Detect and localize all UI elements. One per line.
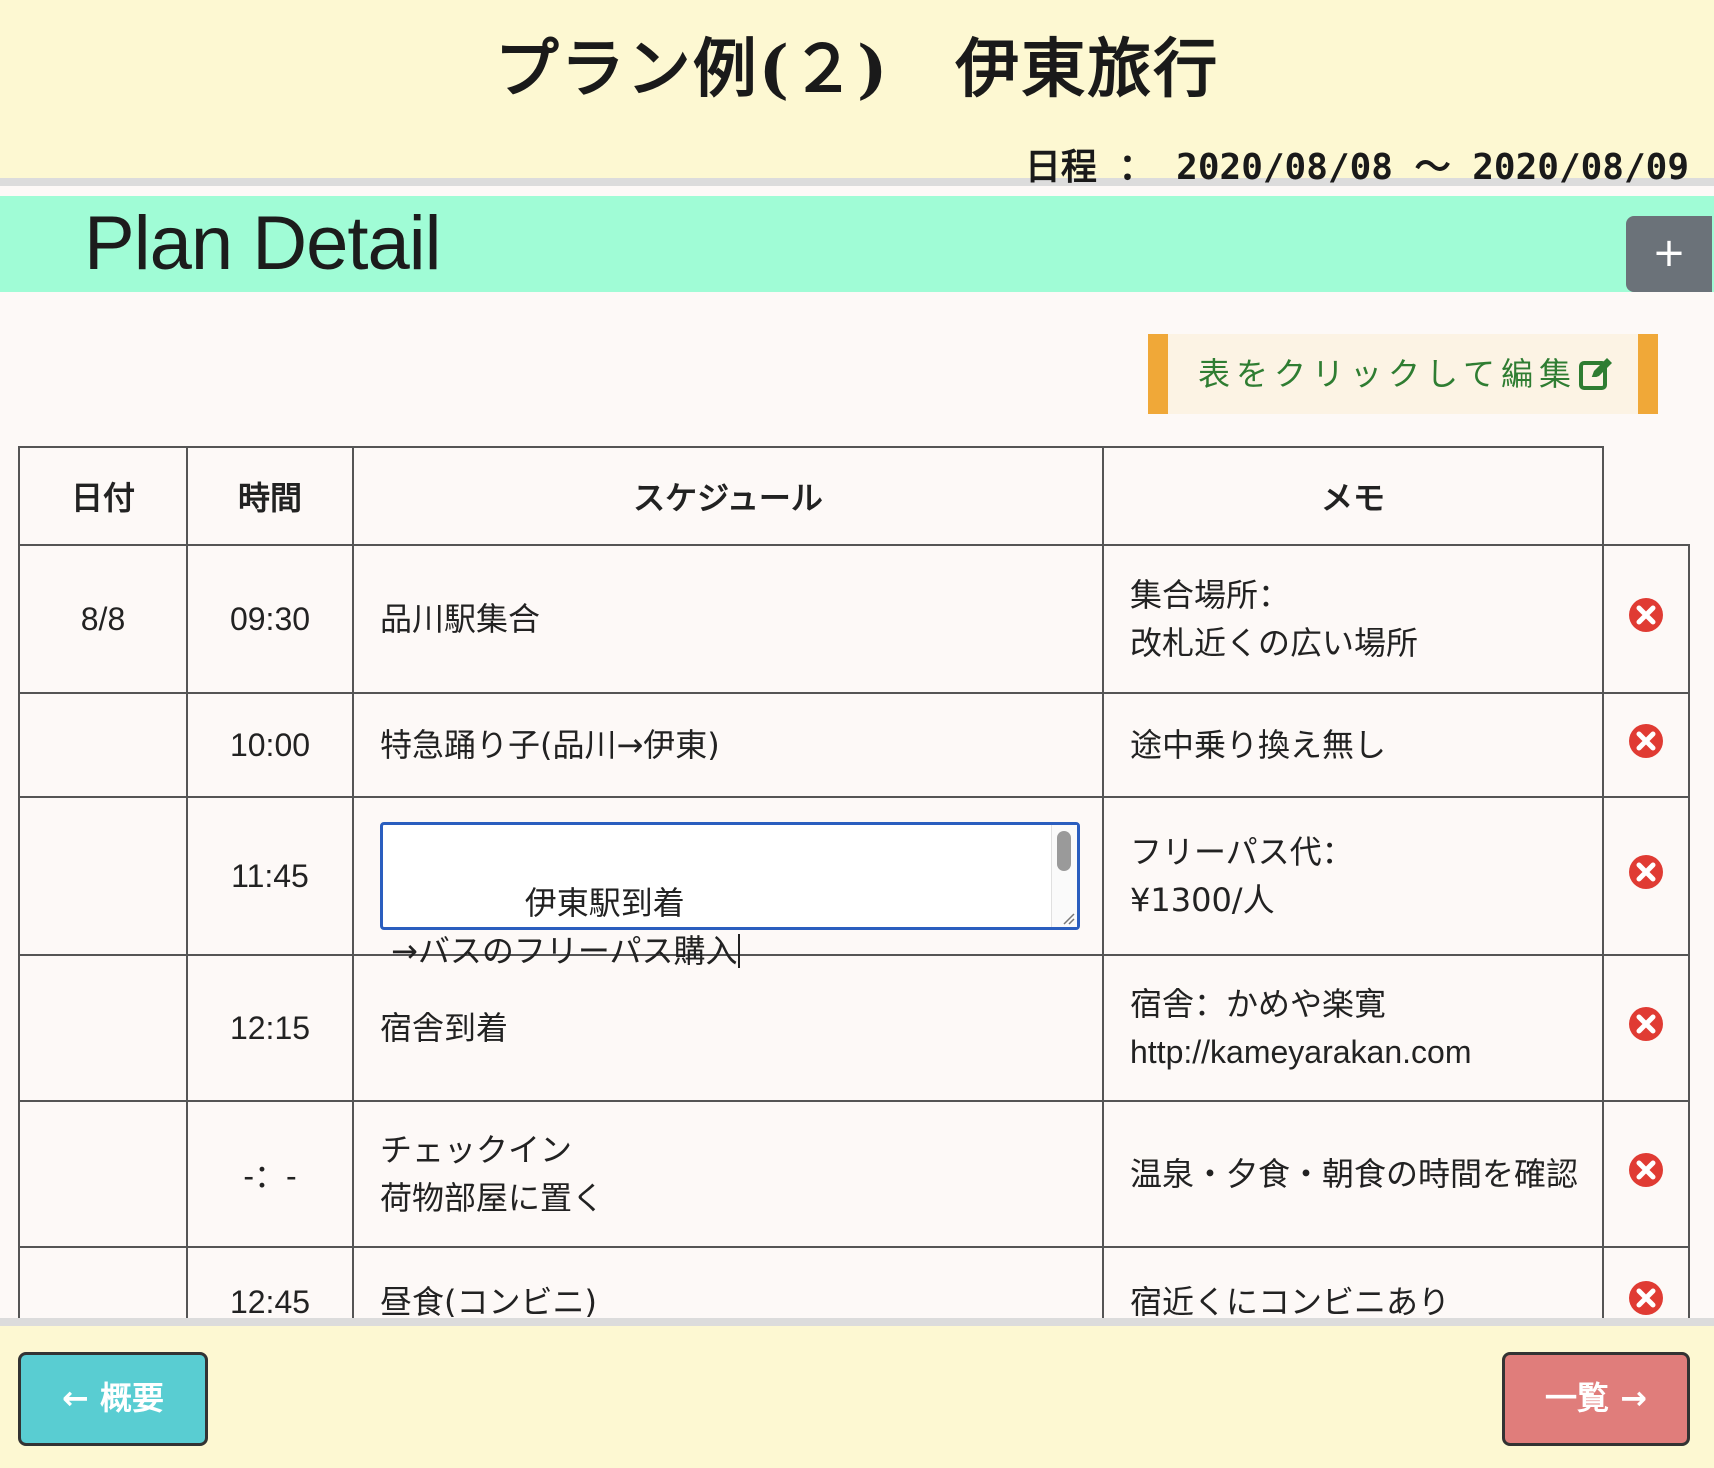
- cell-date[interactable]: 8/8: [18, 544, 188, 694]
- schedule-textarea[interactable]: 伊東駅到着 →バスのフリーパス購入: [380, 822, 1080, 970]
- close-circle-icon[interactable]: [1628, 1280, 1664, 1316]
- schedule-range: 日程 ： 2020/08/08 〜 2020/08/09: [1024, 147, 1689, 188]
- section-bar: Plan Detail: [0, 196, 1714, 292]
- memo-link[interactable]: http://kameyarakan.com: [1130, 1028, 1602, 1076]
- memo-line: 途中乗り換え無し: [1130, 726, 1387, 764]
- cell-time[interactable]: 10:00: [186, 692, 354, 798]
- column-header-blank: [1603, 447, 1689, 546]
- list-next-button[interactable]: 一覧 →: [1502, 1352, 1690, 1446]
- schedule-textarea-value: 伊東駅到着 →バスのフリーパス購入: [391, 884, 738, 970]
- cell-schedule[interactable]: 伊東駅到着 →バスのフリーパス購入: [352, 796, 1104, 970]
- close-circle-icon[interactable]: [1628, 1152, 1664, 1188]
- plan-table: 日付 時間 スケジュール メモ 8/8 09:30 品川駅集合 集合場所： 改札…: [18, 446, 1690, 1358]
- textarea-scrollbar[interactable]: [1057, 831, 1071, 871]
- cell-time[interactable]: 09:30: [186, 544, 354, 694]
- cell-memo[interactable]: 宿舎：かめや楽寛 http://kameyarakan.com: [1102, 954, 1604, 1102]
- cell-time[interactable]: -：-: [186, 1100, 354, 1248]
- table-row[interactable]: 11:45 伊東駅到着 →バスのフリーパス購入 フリーパス代： ¥1300/人: [18, 796, 1690, 970]
- schedule-line: 荷物部屋に置く: [380, 1179, 605, 1217]
- memo-line: フリーパス代：: [1130, 833, 1354, 871]
- add-row-button[interactable]: +: [1626, 216, 1712, 292]
- table-row[interactable]: 10:00 特急踊り子(品川→伊東) 途中乗り換え無し: [18, 692, 1690, 798]
- cell-memo[interactable]: 集合場所： 改札近くの広い場所: [1102, 544, 1604, 694]
- close-circle-icon[interactable]: [1628, 1006, 1664, 1042]
- close-circle-icon[interactable]: [1628, 597, 1664, 633]
- cell-schedule[interactable]: 特急踊り子(品川→伊東): [352, 692, 1104, 798]
- page-header: プラン例(２) 伊東旅行 日程 ： 2020/08/08 〜 2020/08/0…: [0, 0, 1714, 188]
- cell-date[interactable]: [18, 692, 188, 798]
- page-footer: [0, 1318, 1714, 1468]
- column-header-time: 時間: [186, 446, 354, 546]
- close-circle-icon[interactable]: [1628, 854, 1664, 890]
- overview-back-button[interactable]: ← 概要: [18, 1352, 208, 1446]
- column-header-schedule: スケジュール: [352, 446, 1104, 546]
- cell-delete: [1602, 796, 1690, 956]
- memo-line: 温泉・夕食・朝食の時間を確認: [1130, 1155, 1579, 1193]
- column-header-memo: メモ: [1102, 446, 1604, 546]
- table-header-row: 日付 時間 スケジュール メモ: [18, 446, 1689, 546]
- pencil-square-icon: [1579, 358, 1612, 390]
- memo-line: 宿舎：かめや楽寛: [1130, 985, 1387, 1023]
- column-header-date: 日付: [18, 446, 188, 546]
- schedule-line: チェックイン: [380, 1131, 573, 1169]
- memo-line: ¥1300/人: [1130, 881, 1275, 919]
- cell-time[interactable]: 12:15: [186, 954, 354, 1102]
- table-row[interactable]: 12:15 宿舎到着 宿舎：かめや楽寛 http://kameyarakan.c…: [18, 954, 1690, 1102]
- cell-delete: [1602, 1100, 1690, 1248]
- cell-delete: [1602, 954, 1690, 1102]
- text-caret: [737, 934, 740, 968]
- cell-delete: [1602, 692, 1690, 798]
- plan-title: プラン例(２) 伊東旅行: [494, 32, 1220, 107]
- cell-schedule[interactable]: 品川駅集合: [352, 544, 1104, 694]
- edit-hint: 表をクリックして編集: [1148, 334, 1658, 414]
- cell-memo[interactable]: 途中乗り換え無し: [1102, 692, 1604, 798]
- cell-memo[interactable]: フリーパス代： ¥1300/人: [1102, 796, 1604, 956]
- edit-hint-label: 表をクリックして編集: [1198, 355, 1578, 393]
- memo-line: 改札近くの広い場所: [1130, 624, 1419, 662]
- cell-date[interactable]: [18, 796, 188, 956]
- cell-date[interactable]: [18, 1100, 188, 1248]
- cell-date[interactable]: [18, 954, 188, 1102]
- cell-delete: [1602, 544, 1690, 694]
- memo-line: 集合場所：: [1130, 576, 1291, 614]
- schedule-line: 特急踊り子(品川→伊東): [380, 726, 720, 764]
- schedule-line: 品川駅集合: [380, 600, 541, 638]
- resize-handle-icon[interactable]: [1059, 909, 1075, 925]
- section-title: Plan Detail: [84, 201, 442, 286]
- table-row[interactable]: -：- チェックイン 荷物部屋に置く 温泉・夕食・朝食の時間を確認: [18, 1100, 1690, 1248]
- cell-memo[interactable]: 温泉・夕食・朝食の時間を確認: [1102, 1100, 1604, 1248]
- close-circle-icon[interactable]: [1628, 723, 1664, 759]
- cell-time[interactable]: 11:45: [186, 796, 354, 956]
- table-row[interactable]: 8/8 09:30 品川駅集合 集合場所： 改札近くの広い場所: [18, 544, 1690, 694]
